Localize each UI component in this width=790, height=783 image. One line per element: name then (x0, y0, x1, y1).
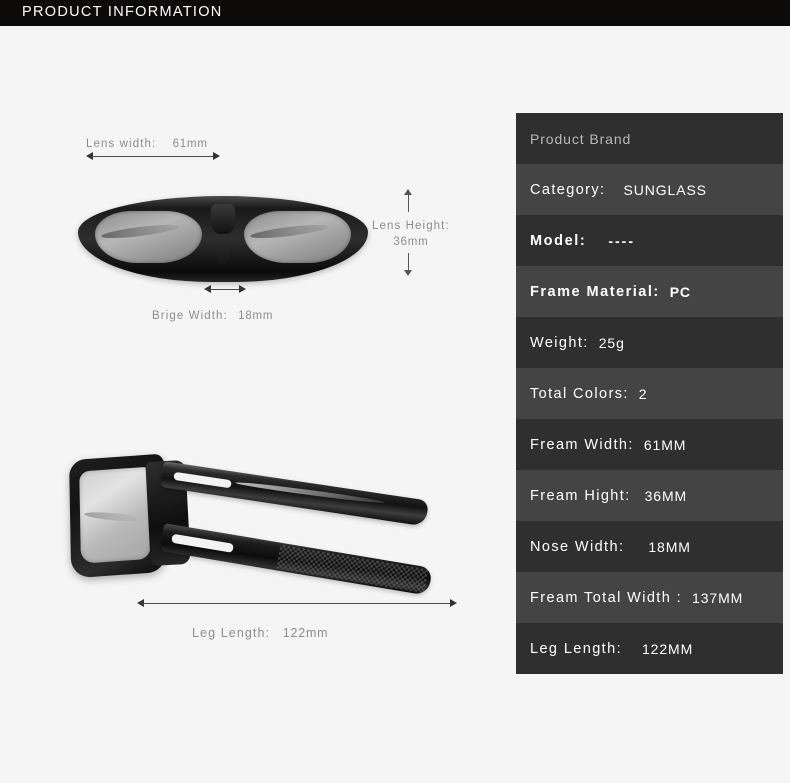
header-bar: PRODUCT INFORMATION (0, 0, 790, 26)
lens-width-dimension: Lens width: 61mm (86, 138, 208, 150)
nose-pad (216, 244, 230, 264)
arrow-line (408, 253, 409, 271)
spec-value: 2 (638, 385, 648, 402)
bridge-width-label: Brige Width: (152, 310, 228, 322)
lens-height-dimension: Lens Height: 36mm (372, 218, 450, 250)
spec-key: Total Colors: (530, 385, 629, 402)
table-row: Category: SUNGLASS (516, 164, 783, 215)
lens-width-label: Lens width: (86, 138, 157, 150)
lens-right (244, 211, 351, 263)
temple-cutout-slot (171, 533, 234, 553)
arrow-right-tip-icon (450, 599, 457, 607)
spec-key: Fream Width: (530, 436, 634, 453)
table-row: Fream Hight: 36MM (516, 470, 783, 521)
product-diagram-panel: Lens width: 61mm Lens Height: 36mm Brige… (0, 26, 500, 783)
bridge-width-value: 18mm (238, 310, 274, 322)
table-row: Weight: 25g (516, 317, 783, 368)
lens-glint (249, 222, 329, 241)
spec-value: SUNGLASS (623, 181, 707, 198)
arrow-line (408, 194, 409, 212)
table-row: Fream Total Width : 137MM (516, 572, 783, 623)
spec-value: 122MM (642, 640, 694, 657)
leg-length-value: 122mm (282, 626, 329, 640)
table-row: Fream Width: 61MM (516, 419, 783, 470)
leg-length-label: Leg Length: (192, 626, 271, 640)
lens-glint (100, 222, 180, 241)
temple-arm-lower (159, 523, 433, 596)
lens-height-arrow-bottom-icon (404, 248, 413, 276)
spec-value: 18MM (648, 538, 691, 555)
spec-key: Product Brand (530, 130, 632, 147)
arrow-down-tip-icon (404, 270, 412, 276)
table-row: Product Brand (516, 113, 783, 164)
lens-width-value: 61mm (172, 138, 208, 150)
spec-key: Weight: (530, 334, 589, 351)
table-row: Total Colors: 2 (516, 368, 783, 419)
lens-width-arrow-icon (86, 152, 220, 161)
leg-length-arrow-icon (137, 599, 457, 608)
table-row: Frame Material: PC (516, 266, 783, 317)
lens-reflection (83, 510, 145, 523)
temple-highlight (235, 480, 385, 505)
temple-cutout-slot (173, 471, 232, 489)
arrow-line (142, 603, 452, 604)
spec-key: Frame Material: (530, 283, 660, 300)
temple-arm-upper (160, 461, 429, 527)
spec-value: 137MM (692, 589, 744, 606)
spec-value: ---- (608, 232, 635, 249)
arrow-right-tip-icon (213, 152, 220, 160)
spec-key: Model: (530, 232, 587, 249)
spec-key: Fream Hight: (530, 487, 631, 504)
bridge-width-arrow-icon (204, 285, 246, 294)
spec-key: Nose Width: (530, 538, 625, 555)
lens-left (95, 211, 202, 263)
lens-height-label: Lens Height: (372, 220, 450, 232)
spec-value: 25g (598, 334, 625, 351)
spec-key: Category: (530, 181, 606, 198)
arrow-line (209, 289, 241, 290)
arrow-line (91, 156, 215, 157)
frame-front (78, 196, 368, 282)
spec-key: Leg Length: (530, 640, 622, 657)
spec-value: PC (669, 283, 691, 300)
spec-key: Fream Total Width : (530, 589, 683, 606)
table-row: Leg Length: 122MM (516, 623, 783, 674)
spec-value: 36MM (644, 487, 688, 504)
lens-side (79, 466, 151, 564)
carbon-fiber-texture (276, 544, 429, 594)
arrow-right-tip-icon (239, 285, 246, 293)
sunglasses-front-view-image (78, 196, 368, 296)
lens-height-arrow-top-icon (404, 189, 413, 217)
frame-bridge (211, 204, 235, 234)
sunglasses-side-view-image (62, 431, 462, 601)
table-row: Nose Width: 18MM (516, 521, 783, 572)
page-title: PRODUCT INFORMATION (22, 4, 223, 20)
table-row: Model: ---- (516, 215, 783, 266)
lens-height-value: 36mm (393, 236, 429, 248)
spec-value: 61MM (643, 436, 687, 453)
bridge-width-dimension: Brige Width: 18mm (152, 310, 273, 322)
leg-length-dimension: Leg Length: 122mm (192, 626, 328, 640)
specification-table: Product Brand Category: SUNGLASS Model: … (516, 113, 783, 674)
